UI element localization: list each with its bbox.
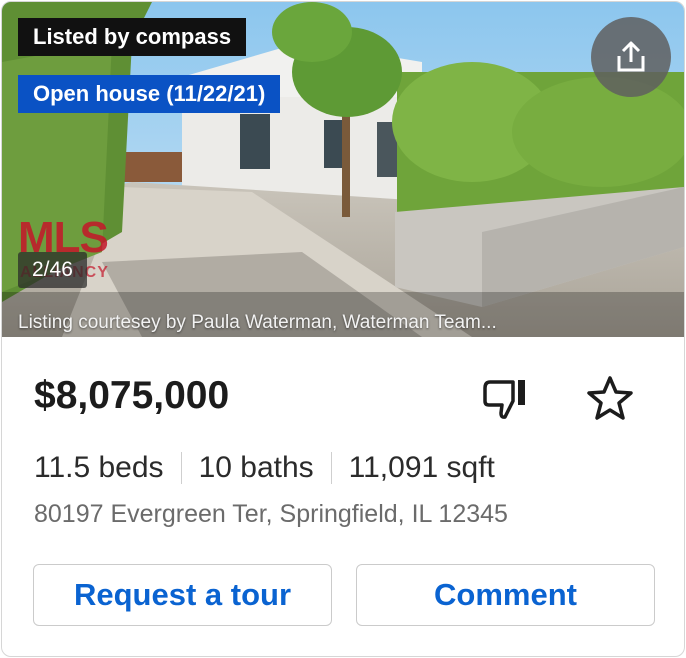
open-house-badge[interactable]: Open house (11/22/21) bbox=[18, 75, 281, 113]
star-icon bbox=[587, 376, 633, 420]
favorite-button[interactable] bbox=[585, 374, 635, 424]
share-button[interactable] bbox=[591, 17, 671, 97]
listing-facts: 11.5 beds 10 baths 11,091 sqft bbox=[34, 451, 495, 485]
photo-counter: 2/46 bbox=[18, 252, 87, 288]
divider bbox=[180, 452, 182, 484]
baths-count: 10 baths bbox=[198, 451, 314, 484]
beds-count: 11.5 beds bbox=[34, 451, 164, 484]
listed-by-badge: Listed by compass bbox=[18, 18, 247, 56]
listing-photo[interactable]: Listed by compass Open house (11/22/21) … bbox=[2, 2, 684, 337]
dislike-button[interactable] bbox=[480, 374, 530, 424]
share-icon bbox=[617, 41, 645, 72]
request-tour-button[interactable]: Request a tour bbox=[33, 564, 332, 626]
divider bbox=[330, 452, 332, 484]
listing-price: $8,075,000 bbox=[34, 374, 230, 417]
comment-button[interactable]: Comment bbox=[356, 564, 655, 626]
listing-address[interactable]: 80197 Evergreen Ter, Springfield, IL 123… bbox=[34, 500, 508, 529]
thumbs-down-icon bbox=[483, 380, 525, 419]
listing-courtesy: Listing courtesey by Paula Waterman, Wat… bbox=[18, 312, 497, 333]
listing-card[interactable]: Listed by compass Open house (11/22/21) … bbox=[1, 1, 685, 657]
sqft-value: 11,091 sqft bbox=[348, 451, 495, 484]
